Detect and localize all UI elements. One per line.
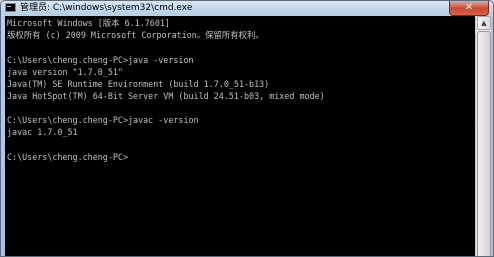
console-line: C:\Users\cheng.cheng-PC>javac -version (7, 115, 199, 125)
console-line: C:\Users\cheng.cheng-PC>java -version (7, 55, 194, 65)
console-line: Microsoft Windows [版本 6.1.7601] (7, 18, 170, 28)
console-prompt: C:\Users\cheng.cheng-PC> (7, 152, 129, 162)
cmd-window: 管理员: C:\windows\system32\cmd.exe ✕ Micro… (0, 0, 494, 257)
console-line: 版权所有 (c) 2009 Microsoft Corporation。保留所有… (7, 30, 264, 40)
scroll-up-button[interactable]: ▲ (477, 16, 491, 30)
console-output[interactable]: Microsoft Windows [版本 6.1.7601] 版权所有 (c)… (5, 16, 475, 256)
cmd-icon[interactable] (5, 3, 16, 12)
console-line: javac 1.7.0_51 (7, 127, 78, 137)
console-line: java version "1.7.0_51" (7, 67, 123, 77)
console-line: Java HotSpot(TM) 64-Bit Server VM (build… (7, 91, 325, 101)
scroll-thumb[interactable] (477, 31, 491, 256)
close-icon: ✕ (464, 2, 474, 13)
window-title: 管理员: C:\windows\system32\cmd.exe (20, 3, 193, 13)
close-button[interactable]: ✕ (449, 1, 489, 16)
chevron-up-icon: ▲ (481, 19, 487, 27)
title-bar[interactable]: 管理员: C:\windows\system32\cmd.exe ✕ (1, 1, 493, 16)
console-line: Java(TM) SE Runtime Environment (build 1… (7, 79, 270, 89)
vertical-scrollbar[interactable]: ▲ (475, 16, 491, 256)
